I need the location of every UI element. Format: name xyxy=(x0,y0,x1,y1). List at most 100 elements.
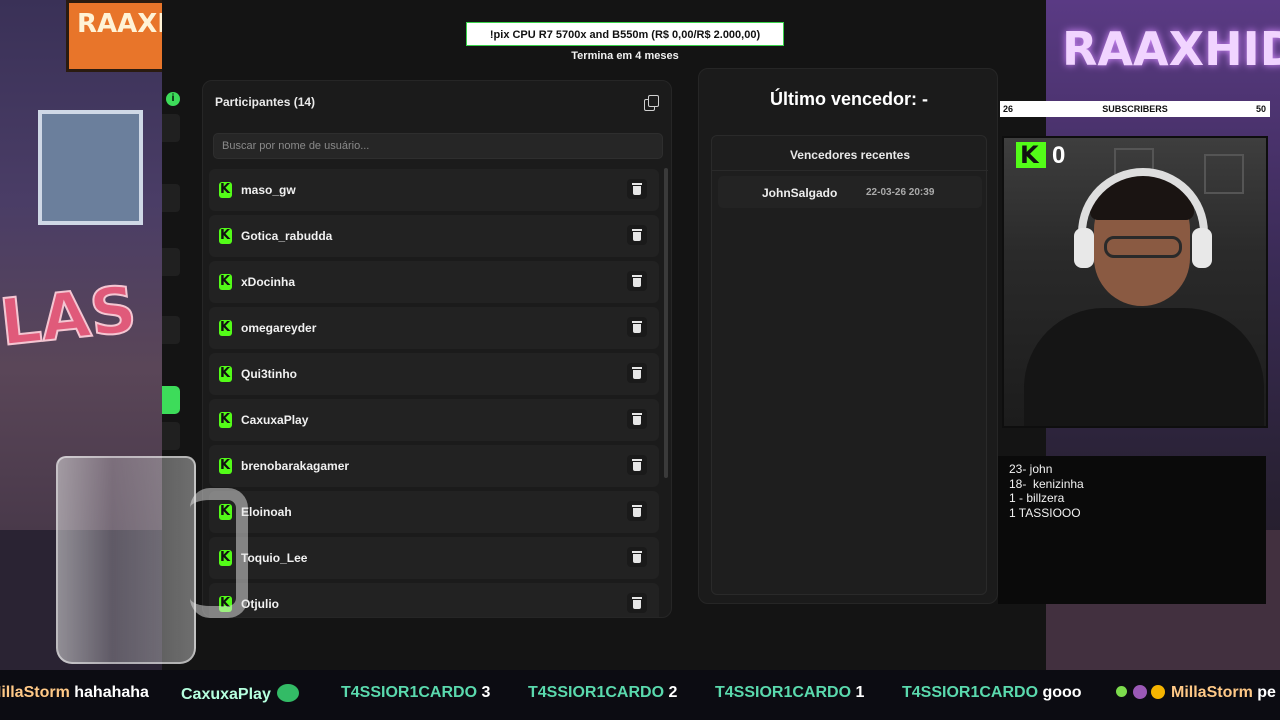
emote-icon xyxy=(276,684,299,702)
notes-box: 23- john 18- kenizinha 1 - billzera 1 TA… xyxy=(998,456,1266,604)
recent-winner-row: JohnSalgado 22-03-26 20:39 xyxy=(718,176,982,208)
trash-icon[interactable] xyxy=(627,455,647,475)
kick-logo-icon xyxy=(219,366,232,382)
search-input[interactable] xyxy=(213,133,663,159)
kick-logo-icon xyxy=(219,182,232,198)
ticker-text: pe xyxy=(1257,684,1276,701)
ticker-user: T4SSIOR1CARDO xyxy=(902,684,1039,701)
participant-name: Gotica_rabudda xyxy=(241,229,333,243)
kick-counter: 0 xyxy=(1052,142,1066,169)
trash-icon[interactable] xyxy=(627,363,647,383)
ticker-message: MillaStorm pe xyxy=(1116,684,1276,702)
recent-winner-name: JohnSalgado xyxy=(762,186,838,200)
ticker-message: T4SSIOR1CARDO 1 xyxy=(715,684,864,702)
participant-name: Qui3tinho xyxy=(241,367,297,381)
kick-logo-icon xyxy=(219,228,232,244)
ticker-message: CaxuxaPlay xyxy=(181,684,299,704)
participants-panel: Participantes (14) maso_gw Gotica_rabudd… xyxy=(202,80,672,618)
giveaway-title: !pix CPU R7 5700x and B550m (R$ 0,00/R$ … xyxy=(466,22,784,46)
kick-logo-icon xyxy=(1016,142,1046,168)
note-line: 18- kenizinha xyxy=(1009,476,1084,491)
trash-icon[interactable] xyxy=(627,225,647,245)
participant-name: CaxuxaPlay xyxy=(241,413,309,427)
ticker-text: gooo xyxy=(1042,684,1082,701)
recent-winners-box: Vencedores recentes JohnSalgado 22-03-26… xyxy=(711,135,988,595)
kick-logo-icon xyxy=(219,458,232,474)
participant-name: Eloinoah xyxy=(241,505,292,519)
note-line: 1 TASSIOOO xyxy=(1009,505,1081,520)
ticker-message: MillaStorm hahahaha xyxy=(0,684,149,702)
subscribers-goal: 50 xyxy=(1255,104,1266,114)
badge-icon xyxy=(1133,685,1147,699)
verified-badge-icon xyxy=(1116,686,1127,697)
ticker-text: 1 xyxy=(855,684,865,701)
ticker-user: CaxuxaPlay xyxy=(181,686,271,703)
trash-icon[interactable] xyxy=(627,179,647,199)
ticker-user: T4SSIOR1CARDO xyxy=(341,684,478,701)
info-icon[interactable]: i xyxy=(166,92,180,106)
trash-icon[interactable] xyxy=(627,501,647,521)
collapsed-sidebar: i xyxy=(162,80,182,460)
sidebar-active-button[interactable] xyxy=(162,386,180,414)
kick-logo-icon xyxy=(219,274,232,290)
glasses xyxy=(1104,236,1182,258)
last-winner-title: Último vencedor: - xyxy=(769,89,929,109)
participants-header: Participantes (14) xyxy=(215,95,316,109)
ticker-text: 2 xyxy=(668,684,678,701)
participant-row[interactable]: Eloinoah xyxy=(209,491,659,533)
raaxhid-sign: RAAXHID xyxy=(66,0,162,72)
participant-name: brenobarakagamer xyxy=(241,459,350,473)
ticker-user: T4SSIOR1CARDO xyxy=(528,684,665,701)
ticker-text: 3 xyxy=(481,684,491,701)
kick-logo-icon xyxy=(219,412,232,428)
copy-icon[interactable] xyxy=(641,93,659,111)
sidebar-button[interactable] xyxy=(162,184,180,212)
basketball-backboard xyxy=(38,110,143,225)
recent-winner-date: 22-03-26 20:39 xyxy=(866,187,935,198)
ticker-user: T4SSIOR1CARDO xyxy=(715,684,852,701)
participant-row[interactable]: xDocinha xyxy=(209,261,659,303)
giveaway-end-time: Termina em 4 meses xyxy=(571,50,679,62)
participant-name: maso_gw xyxy=(241,183,296,197)
chat-ticker: MillaStorm hahahaha CaxuxaPlay T4SSIOR1C… xyxy=(0,670,1280,720)
ticker-user: MillaStorm xyxy=(1171,684,1253,701)
note-line: 1 - billzera xyxy=(1009,491,1065,505)
beer-mug xyxy=(56,456,196,664)
trash-icon[interactable] xyxy=(627,271,647,291)
trash-icon[interactable] xyxy=(627,593,647,613)
participant-row[interactable]: omegareyder xyxy=(209,307,659,349)
participant-row[interactable]: brenobarakagamer xyxy=(209,445,659,487)
ticker-message: T4SSIOR1CARDO gooo xyxy=(902,684,1082,702)
participant-name: Toquio_Lee xyxy=(241,551,308,565)
participant-row[interactable]: Otjulio xyxy=(209,583,659,617)
participant-row[interactable]: Gotica_rabudda xyxy=(209,215,659,257)
participant-row[interactable]: CaxuxaPlay xyxy=(209,399,659,441)
participant-row[interactable]: Toquio_Lee xyxy=(209,537,659,579)
streamer-body xyxy=(1024,308,1264,426)
note-line: 23- john xyxy=(1009,462,1053,476)
raaxhid-neon-sign: RAAXHID xyxy=(1062,22,1280,76)
sidebar-button[interactable] xyxy=(162,114,180,142)
sub-badge-icon xyxy=(1151,685,1165,699)
subscribers-label: SUBSCRIBERS xyxy=(1102,104,1168,114)
sidebar-button[interactable] xyxy=(162,422,180,450)
recent-winners-title: Vencedores recentes xyxy=(789,148,911,162)
winner-panel: Último vencedor: - Vencedores recentes J… xyxy=(698,68,998,604)
participant-row[interactable]: maso_gw xyxy=(209,169,659,211)
participant-row[interactable]: Qui3tinho xyxy=(209,353,659,395)
headphone-cup xyxy=(1192,228,1212,268)
sidebar-button[interactable] xyxy=(162,248,180,276)
participant-name: omegareyder xyxy=(241,321,317,335)
trash-icon[interactable] xyxy=(627,547,647,567)
divider xyxy=(712,170,988,171)
participant-name: xDocinha xyxy=(241,275,296,289)
beer-mug-handle xyxy=(190,488,248,618)
trash-icon[interactable] xyxy=(627,317,647,337)
subscribers-goal-bar: 26 SUBSCRIBERS 50 xyxy=(1000,101,1270,117)
ticker-user: MillaStorm xyxy=(0,684,70,701)
trash-icon[interactable] xyxy=(627,409,647,429)
participants-scrollbar[interactable] xyxy=(664,168,668,478)
sidebar-button[interactable] xyxy=(162,316,180,344)
ticker-text: hahahaha xyxy=(74,684,149,701)
participants-list: maso_gw Gotica_rabudda xDocinha omegarey… xyxy=(209,169,659,617)
